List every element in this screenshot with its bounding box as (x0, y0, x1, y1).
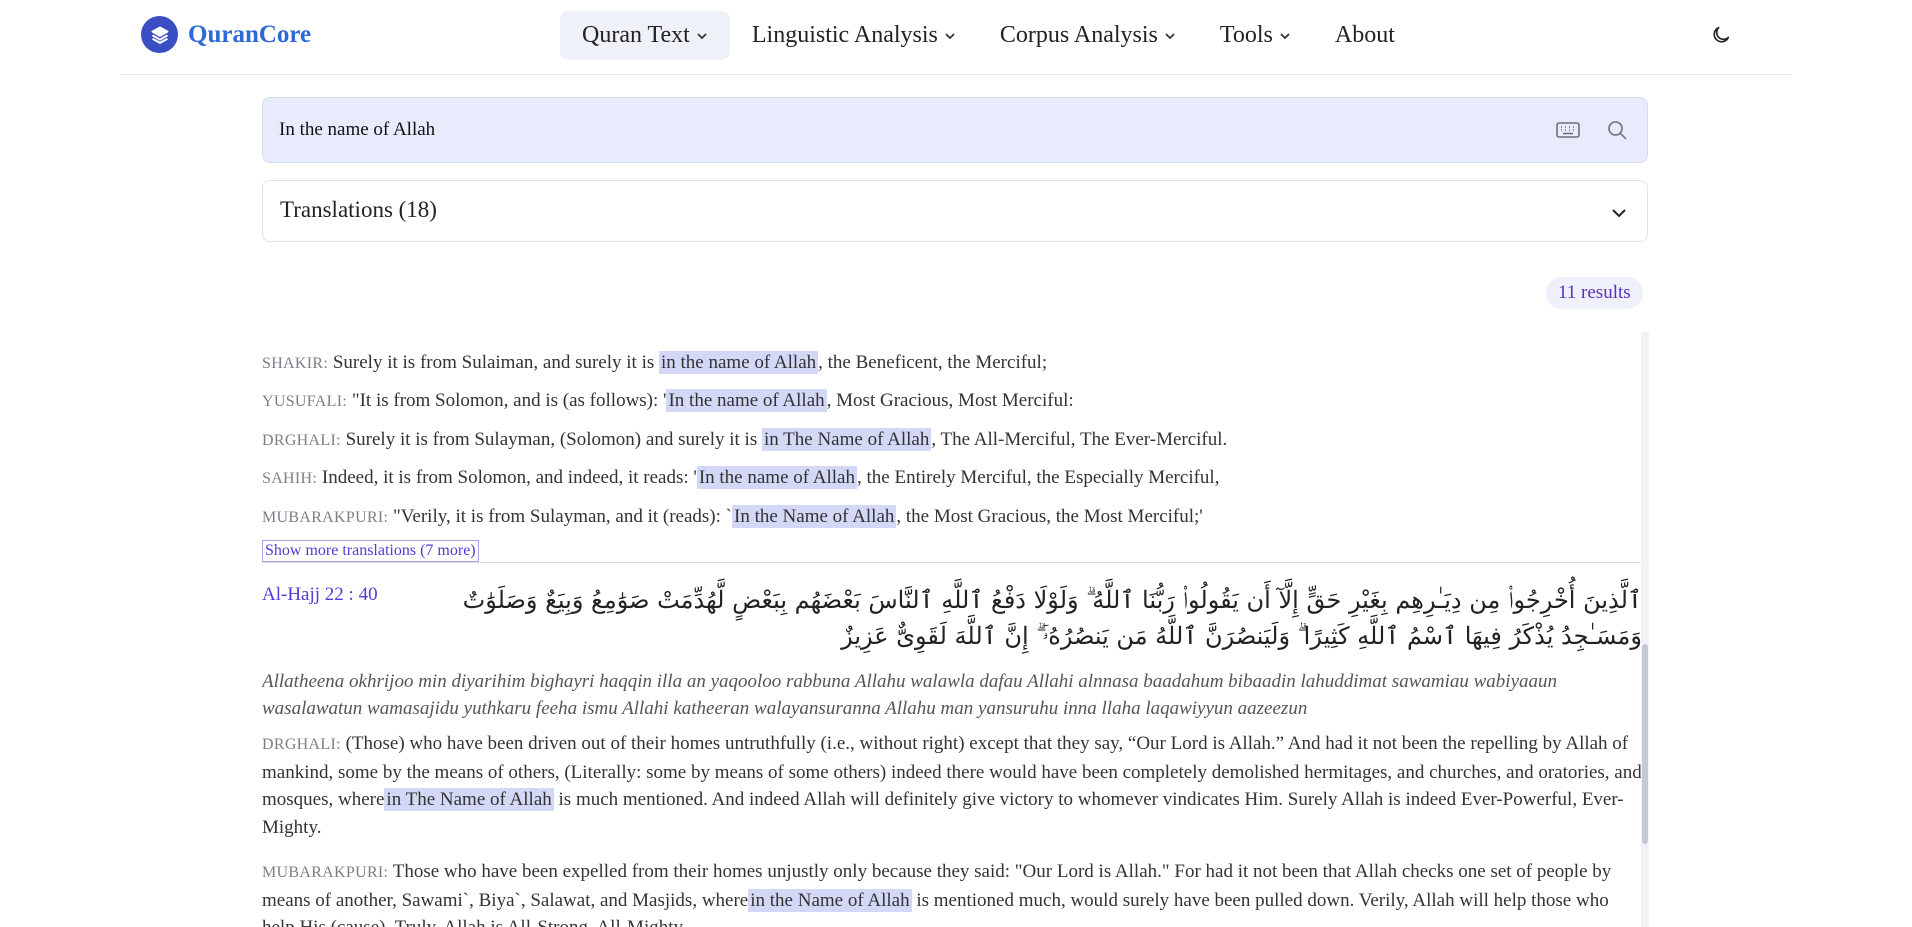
divider (262, 562, 1642, 563)
translation-paragraph: MUBARAKPURI: Those who have been expelle… (262, 858, 1642, 927)
chevron-down-icon (696, 30, 708, 42)
nav-quran-text[interactable]: Quran Text (560, 11, 730, 60)
translation-text: Surely it is from Sulaiman, and surely i… (332, 352, 659, 373)
translation-text: "It is from Solomon, and is (as follows)… (351, 390, 667, 411)
search-highlight: In the name of Allah (666, 389, 827, 412)
translation-source: MUBARAKPURI: (262, 509, 389, 526)
logo[interactable]: QuranCore (141, 16, 311, 53)
nav-about[interactable]: About (1313, 11, 1417, 60)
search-highlight: in The Name of Allah (761, 428, 932, 451)
translation-text: , the Entirely Merciful, the Especially … (857, 467, 1220, 488)
chevron-down-icon (1609, 203, 1629, 223)
nav-label: Quran Text (582, 22, 690, 48)
translation-line: MUBARAKPURI: "Verily, it is from Sulayma… (262, 505, 1203, 528)
translation-text: , the Beneficent, the Merciful; (818, 352, 1048, 373)
translation-text: Indeed, it is from Solomon, and indeed, … (321, 467, 697, 488)
translation-line: SAHIH: Indeed, it is from Solomon, and i… (262, 466, 1220, 489)
moon-icon[interactable] (1710, 24, 1732, 46)
results-scrollbar[interactable] (1641, 332, 1649, 927)
verse-reference-link[interactable]: Al-Hajj 22 : 40 (262, 584, 378, 606)
translation-text: , the Most Gracious, the Most Merciful;' (896, 506, 1203, 527)
search-highlight: in the Name of Allah (748, 888, 912, 912)
translation-line: DRGHALI: Surely it is from Sulayman, (So… (262, 428, 1228, 451)
chevron-down-icon (1279, 30, 1291, 42)
translation-source: MUBARAKPURI: (262, 864, 389, 881)
chevron-down-icon (1164, 30, 1176, 42)
search-bar (262, 97, 1648, 163)
arabic-verse-text: ٱلَّذِينَ أُخْرِجُوا۟ مِن دِيَـٰرِهِم بِ… (462, 586, 1642, 650)
translation-text: Surely it is from Sulayman, (Solomon) an… (345, 429, 762, 450)
search-highlight: In the name of Allah (696, 466, 857, 489)
chevron-down-icon (944, 30, 956, 42)
search-input[interactable] (279, 98, 1479, 162)
keyboard-icon[interactable] (1555, 118, 1581, 142)
transliteration-text: Allatheena okhrijoo min diyarihim bighay… (262, 671, 1557, 719)
translation-text: "Verily, it is from Sulayman, and it (re… (393, 506, 732, 527)
nav-label: About (1334, 22, 1395, 48)
search-highlight: in The Name of Allah (384, 788, 554, 811)
scrollbar-thumb[interactable] (1642, 644, 1648, 844)
search-highlight: In the Name of Allah (732, 505, 897, 528)
top-navbar: QuranCore Quran Text Linguistic Analysis… (120, 0, 1792, 75)
nav-label: Corpus Analysis (999, 22, 1158, 48)
translation-source: SHAKIR: (262, 355, 329, 372)
search-icon[interactable] (1605, 118, 1629, 142)
translation-line: SHAKIR: Surely it is from Sulaiman, and … (262, 351, 1048, 374)
translation-text: , The All-Merciful, The Ever-Merciful. (931, 429, 1228, 450)
results-count-badge: 11 results (1546, 277, 1643, 309)
translation-source: YUSUFALI: (262, 393, 348, 410)
results-list: SHAKIR: Surely it is from Sulaiman, and … (262, 332, 1642, 927)
translations-select[interactable]: Translations (18) (262, 180, 1648, 242)
nav-label: Tools (1219, 22, 1273, 48)
translation-source: SAHIH: (262, 470, 318, 487)
search-highlight: in the name of Allah (659, 351, 819, 374)
show-more-translations-link[interactable]: Show more translations (7 more) (262, 540, 479, 562)
translation-source: DRGHALI: (262, 432, 341, 449)
translations-select-label: Translations (18) (280, 197, 437, 222)
main-nav: Quran Text Linguistic Analysis Corpus An… (560, 11, 1417, 60)
translation-line: YUSUFALI: "It is from Solomon, and is (a… (262, 389, 1074, 412)
translation-paragraph: DRGHALI: (Those) who have been driven ou… (262, 730, 1642, 841)
logo-text: QuranCore (188, 20, 312, 48)
nav-tools[interactable]: Tools (1198, 11, 1313, 60)
translation-source: DRGHALI: (262, 736, 341, 753)
nav-corpus-analysis[interactable]: Corpus Analysis (978, 11, 1198, 60)
translation-text: , Most Gracious, Most Merciful: (826, 390, 1074, 411)
nav-label: Linguistic Analysis (751, 22, 938, 48)
nav-linguistic-analysis[interactable]: Linguistic Analysis (730, 11, 978, 60)
layers-logo-icon (141, 16, 178, 53)
